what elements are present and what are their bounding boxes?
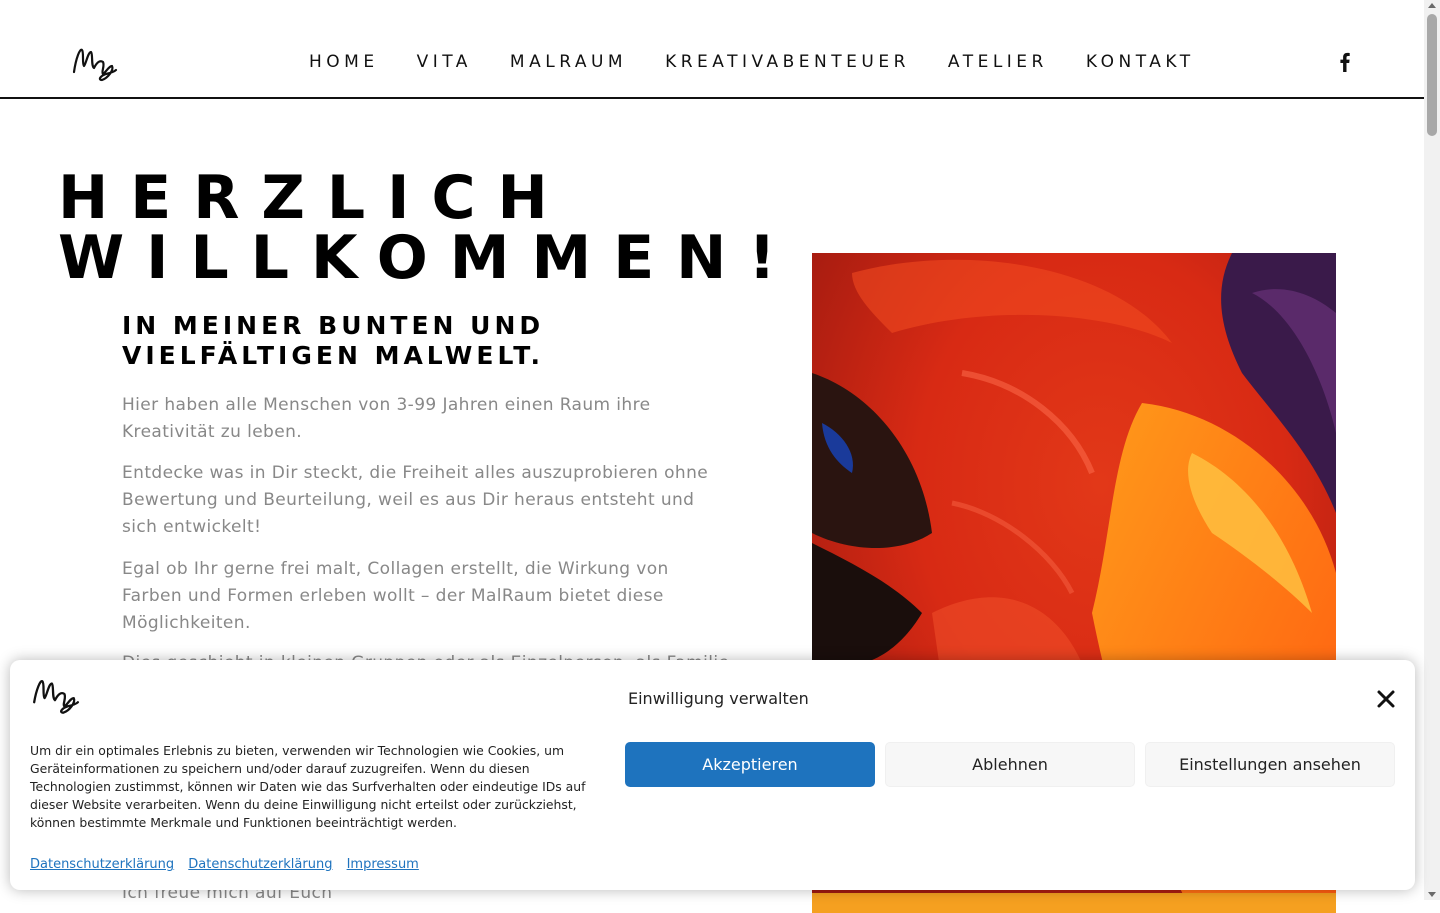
page-scrollbar[interactable] [1424,0,1440,900]
consent-description: Um dir ein optimales Erlebnis zu bieten,… [30,743,586,830]
page-subtitle: IN MEINER BUNTEN UND VIELFÄLTIGEN MALWEL… [122,311,544,371]
page-title: HERZLICH WILLKOMMEN! [58,168,798,288]
accept-button[interactable]: Akzeptieren [625,742,875,787]
subtitle-line-1: IN MEINER BUNTEN UND [122,311,545,340]
close-icon[interactable] [1374,687,1398,711]
main-nav: HOME VITA MALRAUM KREATIVABENTEUER ATELI… [309,52,1233,72]
signature-logo-icon[interactable] [70,42,118,82]
subtitle-line-2: VIELFÄLTIGEN MALWELT. [122,341,545,370]
nav-item-malraum[interactable]: MALRAUM [510,52,627,72]
scroll-down-icon[interactable] [1428,892,1436,897]
facebook-icon[interactable] [1336,52,1354,72]
privacy-link[interactable]: Datenschutzerklärung [30,857,174,872]
signature-logo-icon [33,680,80,714]
deny-button[interactable]: Ablehnen [885,742,1135,787]
cookie-consent-banner: Einwilligung verwalten Um dir ein optima… [10,660,1415,890]
nav-item-atelier[interactable]: ATELIER [948,52,1048,72]
nav-item-home[interactable]: HOME [309,52,379,72]
discover-paragraph: Entdecke was in Dir steckt, die Freiheit… [122,463,709,537]
imprint-link[interactable]: Impressum [347,857,419,872]
scroll-up-icon[interactable] [1428,3,1436,8]
site-header: HOME VITA MALRAUM KREATIVABENTEUER ATELI… [0,0,1424,99]
intro-paragraph: Hier haben alle Menschen von 3-99 Jahren… [122,395,651,442]
consent-links: Datenschutzerklärung Datenschutzerklärun… [30,857,429,872]
consent-title: Einwilligung verwalten [628,689,809,708]
privacy-link-2[interactable]: Datenschutzerklärung [188,857,332,872]
view-settings-button[interactable]: Einstellungen ansehen [1145,742,1395,787]
nav-item-vita[interactable]: VITA [417,52,472,72]
offer-paragraph: Egal ob Ihr gerne frei malt, Collagen er… [122,559,669,633]
scrollbar-thumb[interactable] [1427,14,1437,136]
title-line-2: WILLKOMMEN! [58,223,798,293]
nav-item-kontakt[interactable]: KONTAKT [1086,52,1195,72]
nav-item-kreativabenteuer[interactable]: KREATIVABENTEUER [665,52,910,72]
